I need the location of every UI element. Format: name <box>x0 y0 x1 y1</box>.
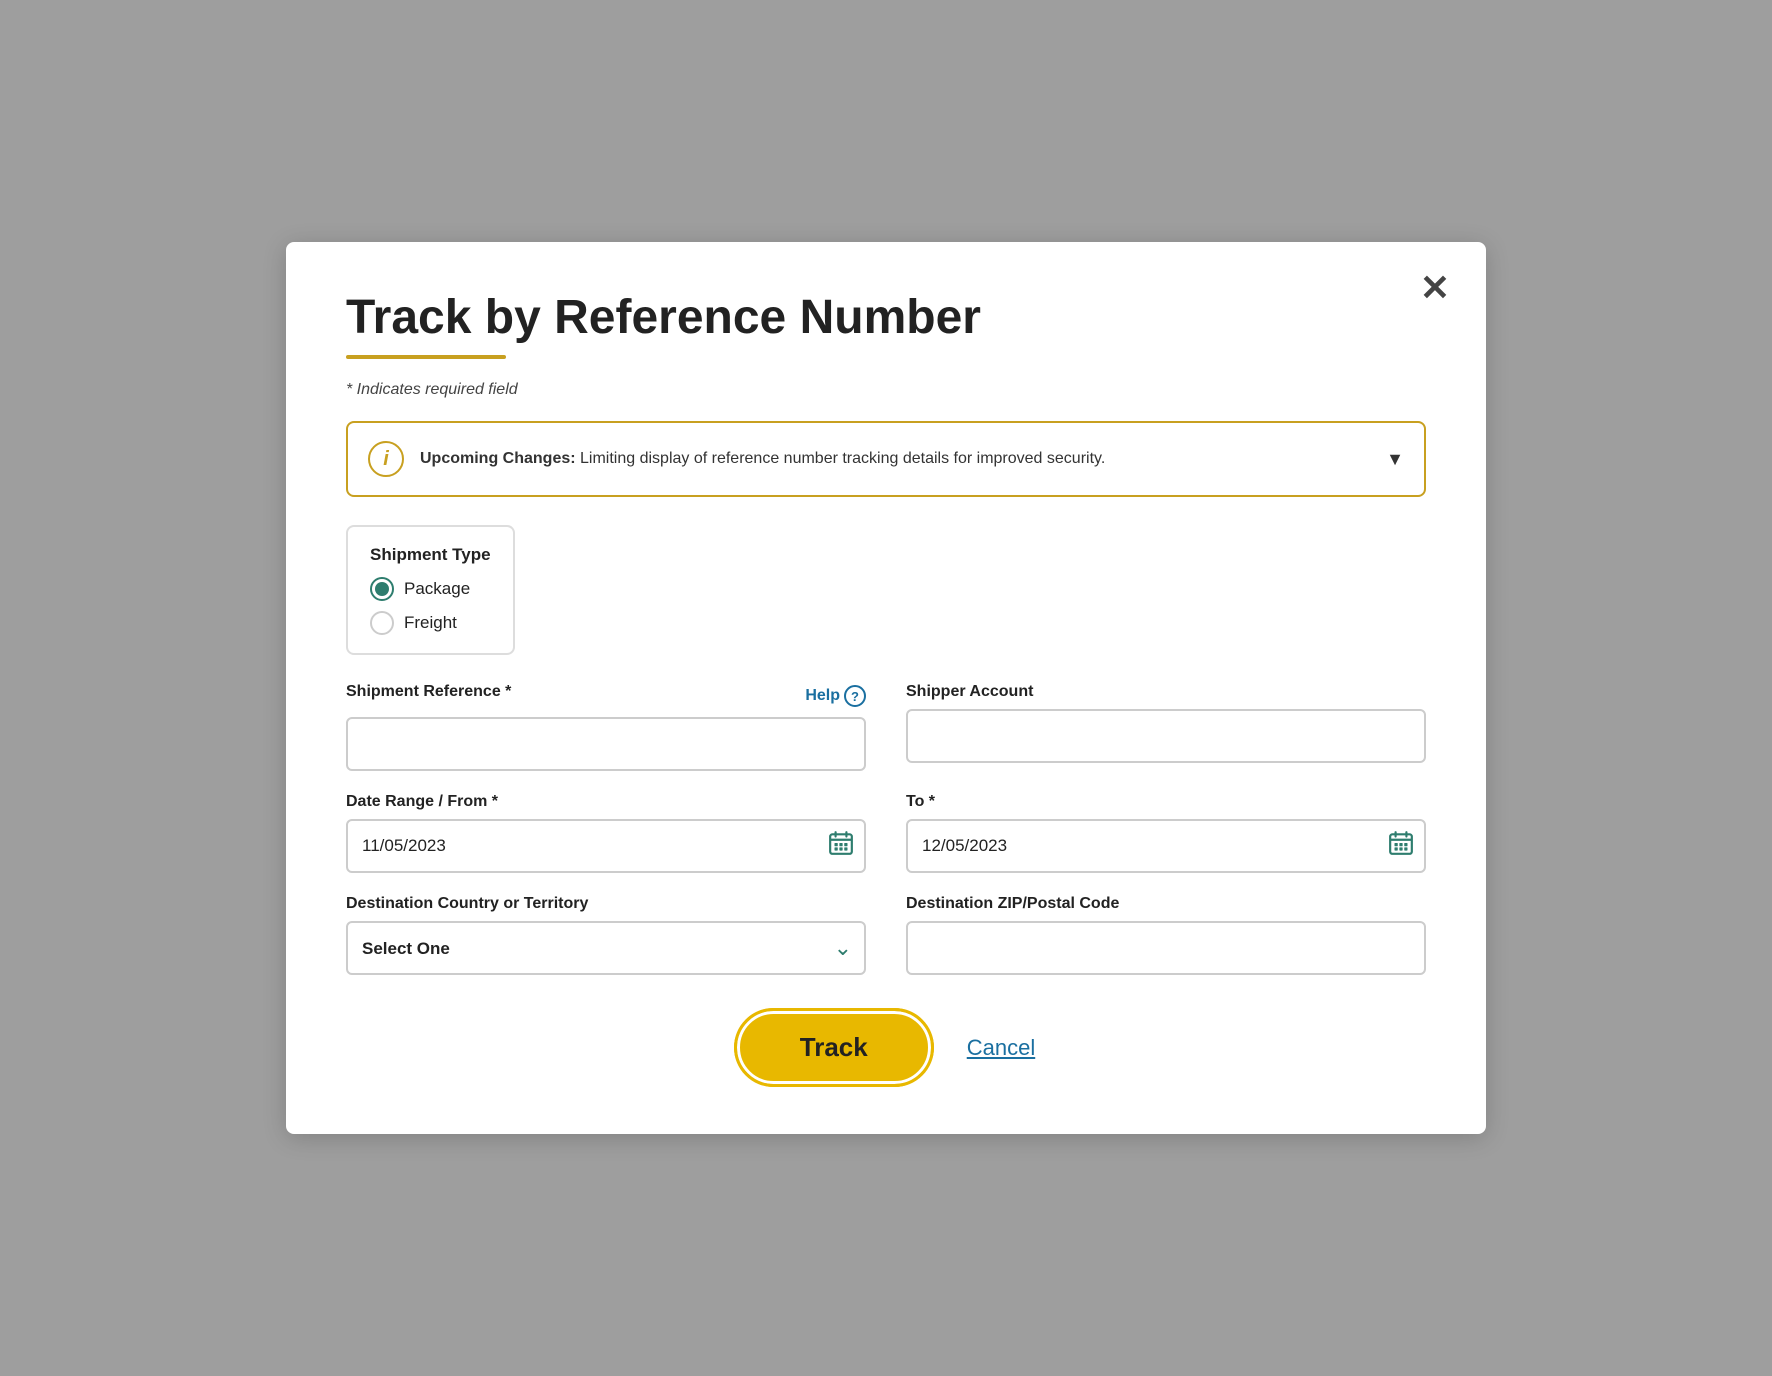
info-message: Limiting display of reference number tra… <box>576 450 1106 467</box>
zip-input[interactable] <box>906 921 1426 975</box>
title-underline <box>346 355 506 359</box>
shipment-type-box: Shipment Type Package Freight <box>346 525 515 655</box>
info-banner-content: i Upcoming Changes: Limiting display of … <box>368 441 1105 477</box>
country-select-wrapper: Select One ⌄ <box>346 921 866 975</box>
radio-package[interactable]: Package <box>370 577 491 601</box>
zip-label: Destination ZIP/Postal Code <box>906 895 1426 913</box>
radio-freight[interactable]: Freight <box>370 611 491 635</box>
info-text: Upcoming Changes: Limiting display of re… <box>420 450 1105 468</box>
country-select[interactable]: Select One <box>346 921 866 975</box>
info-icon: i <box>368 441 404 477</box>
form-col-date-to: To * <box>906 793 1426 873</box>
date-from-label: Date Range / From * <box>346 793 866 811</box>
modal-overlay: ✕ Track by Reference Number * Indicates … <box>0 0 1772 1376</box>
info-bold: Upcoming Changes: <box>420 450 576 467</box>
shipper-account-label: Shipper Account <box>906 683 1426 701</box>
track-button[interactable]: Track <box>737 1011 931 1084</box>
help-link-text: Help <box>805 687 840 705</box>
form-col-shipper: Shipper Account <box>906 683 1426 771</box>
shipment-type-radio-group: Package Freight <box>370 577 491 635</box>
form-row-3: Destination Country or Territory Select … <box>346 895 1426 975</box>
radio-circle-freight <box>370 611 394 635</box>
modal-dialog: ✕ Track by Reference Number * Indicates … <box>286 242 1486 1134</box>
cancel-button[interactable]: Cancel <box>967 1035 1035 1061</box>
date-from-input[interactable] <box>346 819 866 873</box>
form-col-date-from: Date Range / From * <box>346 793 866 873</box>
reference-label-row: Shipment Reference * Help ? <box>346 683 866 709</box>
form-col-reference: Shipment Reference * Help ? <box>346 683 866 771</box>
required-note: * Indicates required field <box>346 381 1426 399</box>
form-row-2: Date Range / From * <box>346 793 1426 873</box>
radio-package-label: Package <box>404 579 470 599</box>
date-to-input[interactable] <box>906 819 1426 873</box>
info-chevron-icon[interactable]: ▼ <box>1386 449 1404 470</box>
form-row-1: Shipment Reference * Help ? Shipper Acco… <box>346 683 1426 771</box>
shipment-reference-input[interactable] <box>346 717 866 771</box>
shipper-account-input[interactable] <box>906 709 1426 763</box>
help-link[interactable]: Help ? <box>805 685 866 707</box>
radio-freight-label: Freight <box>404 613 457 633</box>
radio-circle-package <box>370 577 394 601</box>
form-col-zip: Destination ZIP/Postal Code <box>906 895 1426 975</box>
country-label: Destination Country or Territory <box>346 895 866 913</box>
date-to-wrapper <box>906 819 1426 873</box>
date-from-wrapper <box>346 819 866 873</box>
close-button[interactable]: ✕ <box>1420 270 1450 306</box>
shipment-type-label: Shipment Type <box>370 545 491 565</box>
help-icon: ? <box>844 685 866 707</box>
date-to-label: To * <box>906 793 1426 811</box>
button-row: Track Cancel <box>346 1011 1426 1084</box>
modal-title: Track by Reference Number <box>346 290 1426 345</box>
reference-label: Shipment Reference * <box>346 683 511 701</box>
info-banner: i Upcoming Changes: Limiting display of … <box>346 421 1426 497</box>
form-col-country: Destination Country or Territory Select … <box>346 895 866 975</box>
